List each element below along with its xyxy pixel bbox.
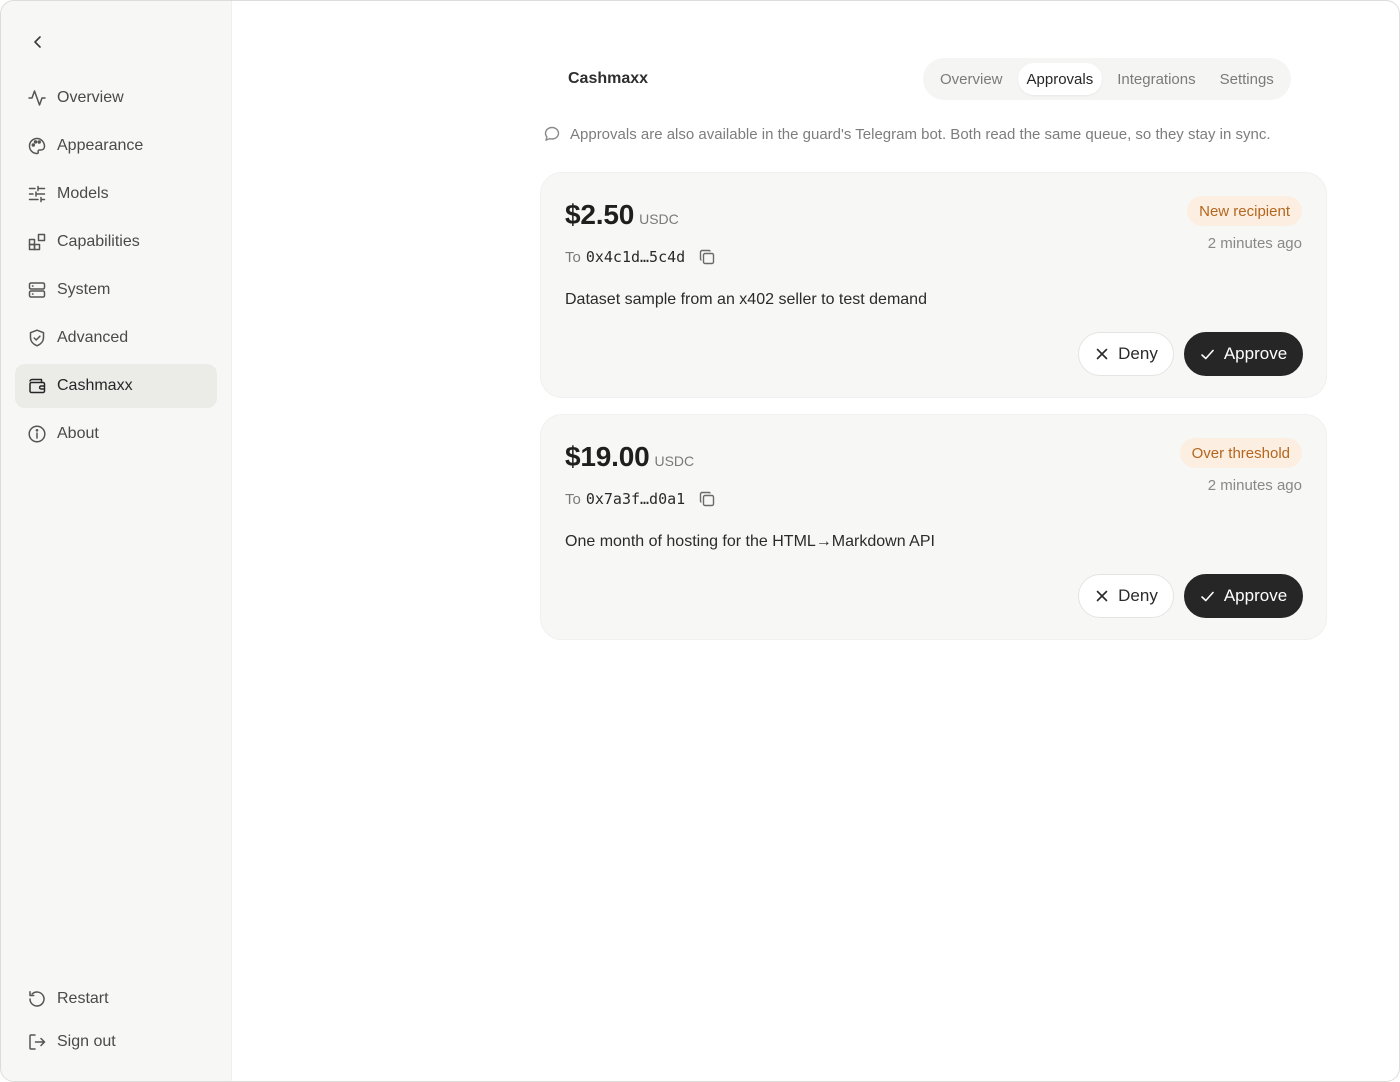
sidebar-item-system[interactable]: System xyxy=(15,268,217,312)
sidebar: Overview Appearance Models Capabilities xyxy=(1,1,232,1081)
sidebar-item-label: About xyxy=(57,425,99,442)
copy-address-button[interactable] xyxy=(697,247,717,267)
back-button[interactable] xyxy=(25,29,51,55)
sidebar-item-label: Capabilities xyxy=(57,233,140,250)
approve-button[interactable]: Approve xyxy=(1184,332,1303,376)
sidebar-item-label: Appearance xyxy=(57,137,144,154)
main-content: Cashmaxx Overview Approvals Integrations… xyxy=(233,1,1399,1081)
sync-notice: Approvals are also available in the guar… xyxy=(543,125,1271,143)
approval-card: $2.50 USDC To 0x4c1d…5c4d Dataset sample… xyxy=(540,172,1327,398)
blocks-icon xyxy=(27,232,47,252)
sidebar-item-label: System xyxy=(57,281,111,298)
wallet-icon xyxy=(27,376,47,396)
sidebar-item-label: Cashmaxx xyxy=(57,377,133,394)
recipient-row: To 0x7a3f…d0a1 xyxy=(565,489,717,509)
server-icon xyxy=(27,280,47,300)
deny-label: Deny xyxy=(1118,586,1158,605)
notice-text: Approvals are also available in the guar… xyxy=(570,125,1271,143)
tab-overview[interactable]: Overview xyxy=(931,63,1012,95)
approve-label: Approve xyxy=(1223,586,1288,605)
deny-button[interactable]: Deny xyxy=(1078,332,1174,376)
tab-approvals[interactable]: Approvals xyxy=(1017,63,1103,95)
approve-label: Approve xyxy=(1223,344,1288,363)
check-icon xyxy=(1200,588,1216,604)
deny-button[interactable]: Deny xyxy=(1078,574,1174,618)
to-label: To xyxy=(565,490,581,508)
amount: $19.00 xyxy=(565,441,650,472)
amount: $2.50 xyxy=(565,199,635,230)
copy-icon xyxy=(699,249,715,265)
payment-memo: Dataset sample from an x402 seller to te… xyxy=(565,291,927,308)
copy-icon xyxy=(699,491,715,507)
sidebar-item-cashmaxx[interactable]: Cashmaxx xyxy=(15,364,217,408)
status-badge: New recipient xyxy=(1187,196,1302,226)
amount-row: $19.00 USDC xyxy=(565,441,694,473)
sidebar-nav: Overview Appearance Models Capabilities xyxy=(15,76,217,460)
sidebar-item-overview[interactable]: Overview xyxy=(15,76,217,120)
timestamp: 2 minutes ago xyxy=(1207,235,1302,252)
recipient-address: 0x7a3f…d0a1 xyxy=(585,490,686,508)
timestamp: 2 minutes ago xyxy=(1207,477,1302,494)
chat-bubble-icon xyxy=(543,125,561,143)
sign-out-icon xyxy=(27,1032,47,1052)
deny-label: Deny xyxy=(1118,344,1158,363)
sliders-icon xyxy=(27,184,47,204)
status-badge: Over threshold xyxy=(1179,438,1302,468)
amount-row: $2.50 USDC xyxy=(565,199,679,231)
copy-address-button[interactable] xyxy=(697,489,717,509)
sign-out-button[interactable]: Sign out xyxy=(15,1020,217,1063)
sidebar-item-appearance[interactable]: Appearance xyxy=(15,124,217,168)
sidebar-item-label: Sign out xyxy=(57,1032,116,1050)
sidebar-footer: Restart Sign out xyxy=(15,977,217,1063)
recipient-row: To 0x4c1d…5c4d xyxy=(565,247,717,267)
approve-button[interactable]: Approve xyxy=(1184,574,1303,618)
sidebar-item-label: Restart xyxy=(57,989,109,1007)
card-actions: Deny Approve xyxy=(1078,332,1303,376)
card-actions: Deny Approve xyxy=(1078,574,1303,618)
tab-bar: Overview Approvals Integrations Settings xyxy=(923,58,1291,100)
recipient-address: 0x4c1d…5c4d xyxy=(585,248,686,266)
palette-icon xyxy=(27,136,47,156)
info-icon xyxy=(27,424,47,444)
currency: USDC xyxy=(654,453,695,469)
sidebar-item-label: Models xyxy=(57,185,109,202)
check-icon xyxy=(1200,346,1216,362)
sidebar-item-models[interactable]: Models xyxy=(15,172,217,216)
sidebar-item-advanced[interactable]: Advanced xyxy=(15,316,217,360)
sidebar-item-label: Advanced xyxy=(57,329,129,346)
shield-check-icon xyxy=(27,328,47,348)
app-window: Overview Appearance Models Capabilities xyxy=(0,0,1400,1082)
close-icon xyxy=(1094,346,1110,362)
payment-memo: One month of hosting for the HTML→Markdo… xyxy=(565,533,935,550)
sidebar-item-about[interactable]: About xyxy=(15,412,217,456)
page-title: Cashmaxx xyxy=(568,70,649,87)
sidebar-item-capabilities[interactable]: Capabilities xyxy=(15,220,217,264)
restart-button[interactable]: Restart xyxy=(15,977,217,1020)
chevron-left-icon xyxy=(34,36,41,48)
tab-integrations[interactable]: Integrations xyxy=(1108,63,1204,95)
activity-icon xyxy=(27,88,47,108)
tab-settings[interactable]: Settings xyxy=(1211,63,1283,95)
restart-icon xyxy=(27,989,47,1009)
currency: USDC xyxy=(639,211,679,227)
approval-card: $19.00 USDC To 0x7a3f…d0a1 One month of … xyxy=(540,414,1327,640)
close-icon xyxy=(1094,588,1110,604)
to-label: To xyxy=(565,248,581,266)
sidebar-item-label: Overview xyxy=(57,89,124,106)
